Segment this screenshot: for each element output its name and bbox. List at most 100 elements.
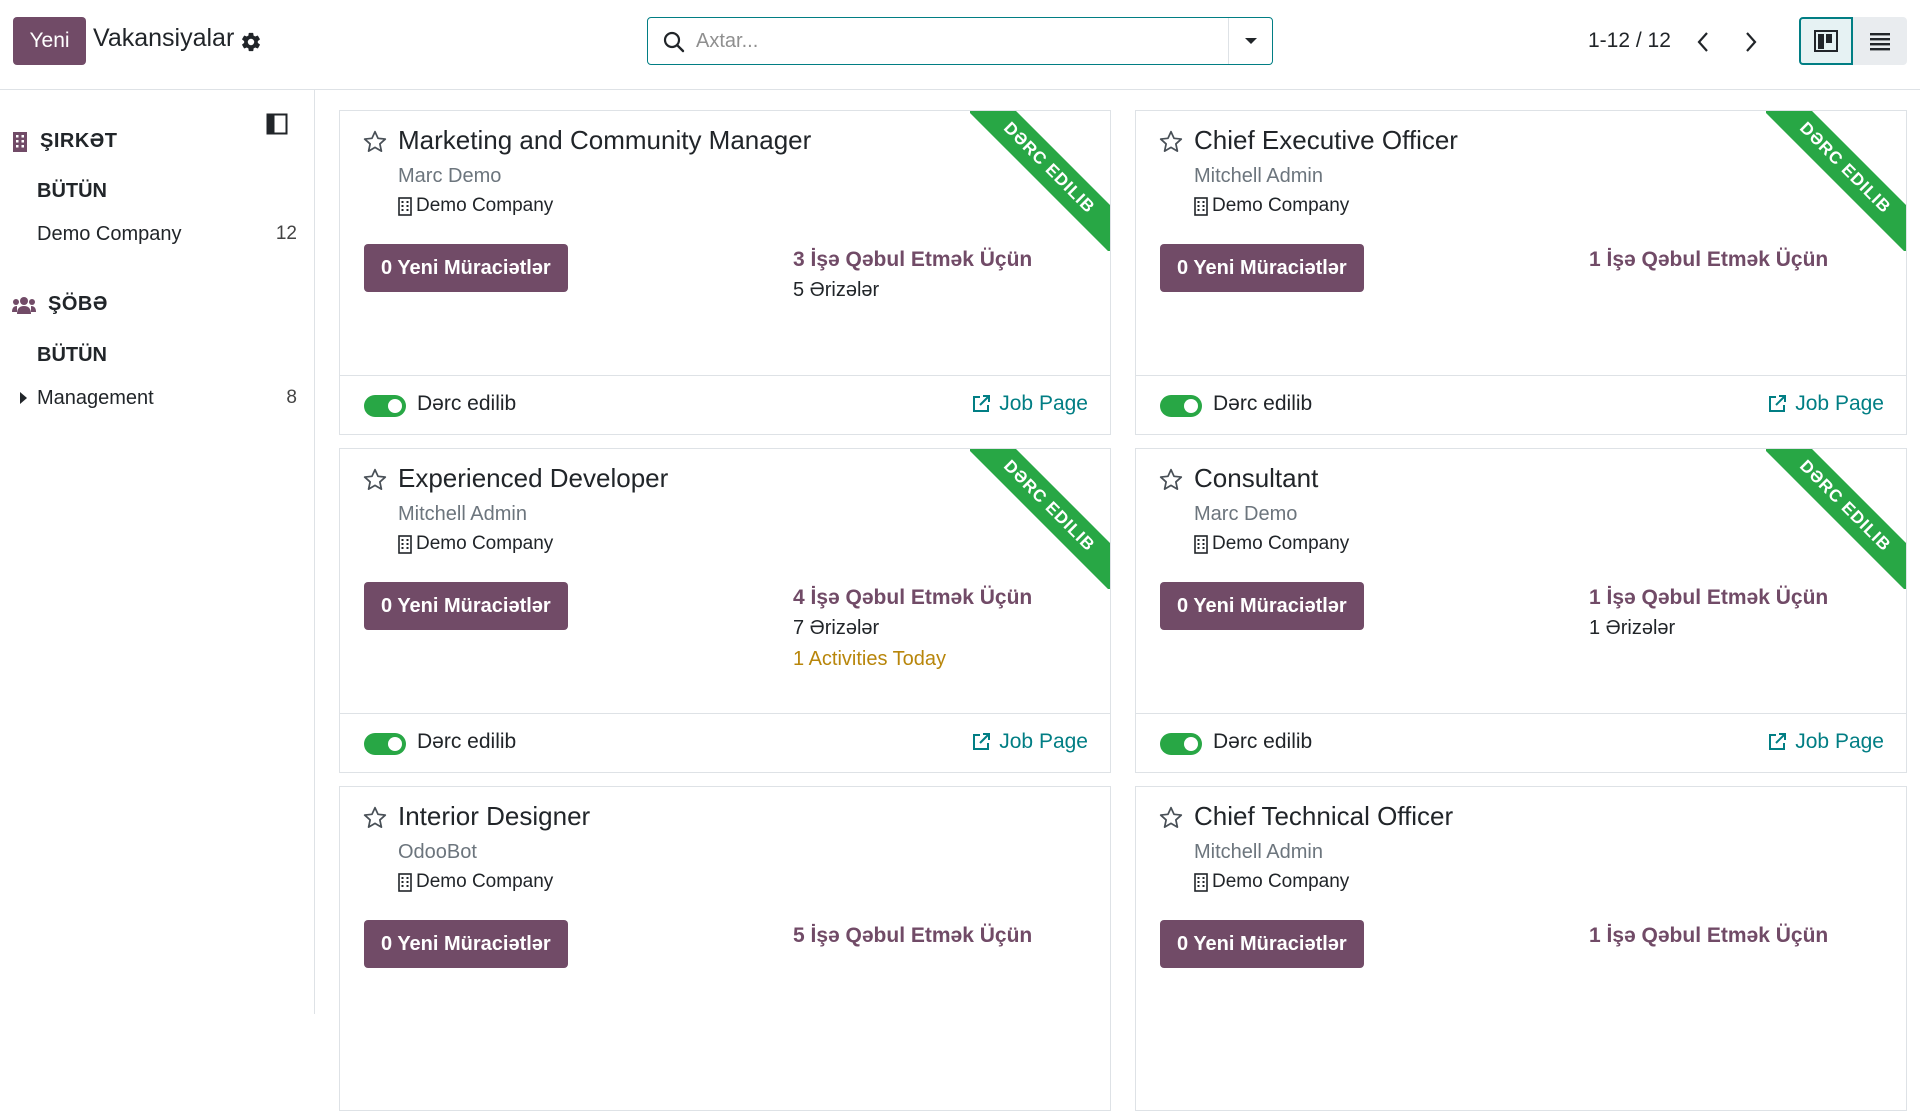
new-applications-button[interactable]: 0 Yeni Müraciətlər xyxy=(1160,244,1364,292)
job-company-label: Demo Company xyxy=(416,195,554,216)
department-filter-management[interactable]: Management 8 xyxy=(37,387,297,410)
job-company: Demo Company xyxy=(1194,871,1349,893)
search-panel: ŞIRKƏT BÜTÜN Demo Company 12 ŞÖBƏ BÜTÜN … xyxy=(0,90,315,1014)
star-icon[interactable] xyxy=(1158,467,1184,493)
new-applications-button[interactable]: 0 Yeni Müraciətlər xyxy=(364,244,568,292)
pager-next-button[interactable] xyxy=(1736,27,1766,57)
job-owner: Mitchell Admin xyxy=(398,503,527,525)
search-icon xyxy=(663,31,685,53)
company-filter-label: Demo Company xyxy=(37,223,182,245)
list-view-button[interactable] xyxy=(1853,17,1907,65)
job-page-label: Job Page xyxy=(999,392,1088,415)
applications-link[interactable]: 7 Ərizələr xyxy=(793,617,879,640)
to-recruit-link[interactable]: 4 İşə Qəbul Etmək Üçün xyxy=(793,586,1032,610)
job-owner: Marc Demo xyxy=(398,165,502,187)
star-icon[interactable] xyxy=(1158,129,1184,155)
applications-link[interactable]: 1 Ərizələr xyxy=(1589,617,1675,640)
company-section-heading: ŞIRKƏT xyxy=(12,130,118,153)
list-icon xyxy=(1870,33,1890,51)
job-title[interactable]: Interior Designer xyxy=(398,801,590,832)
gear-icon[interactable] xyxy=(240,31,262,53)
star-icon[interactable] xyxy=(1158,805,1184,831)
department-filter-all-label: BÜTÜN xyxy=(37,344,107,366)
published-toggle[interactable] xyxy=(364,395,406,417)
to-recruit-link[interactable]: 1 İşə Qəbul Etmək Üçün xyxy=(1589,248,1828,272)
card-footer: Dərc edilib Job Page xyxy=(1136,375,1906,434)
job-page-label: Job Page xyxy=(1795,392,1884,415)
job-owner: OdooBot xyxy=(398,841,477,863)
new-applications-button[interactable]: 0 Yeni Müraciətlər xyxy=(1160,920,1364,968)
external-link-icon xyxy=(973,395,991,412)
department-filter-all[interactable]: BÜTÜN xyxy=(37,344,297,367)
published-ribbon: DƏRC EDILIB xyxy=(1766,449,1906,589)
building-icon xyxy=(1194,196,1208,216)
published-toggle[interactable] xyxy=(364,733,406,755)
new-applications-button[interactable]: 0 Yeni Müraciətlər xyxy=(1160,582,1364,630)
job-page-link[interactable]: Job Page xyxy=(1767,392,1884,416)
published-label: Dərc edilib xyxy=(417,730,517,753)
external-link-icon xyxy=(1769,395,1787,412)
published-toggle[interactable] xyxy=(1160,395,1202,417)
caret-right-icon[interactable] xyxy=(20,392,27,404)
job-company-label: Demo Company xyxy=(416,533,554,554)
job-company: Demo Company xyxy=(1194,533,1349,555)
star-icon[interactable] xyxy=(362,805,388,831)
department-section-label: ŞÖBƏ xyxy=(48,293,108,315)
job-title[interactable]: Chief Executive Officer xyxy=(1194,125,1458,156)
star-icon[interactable] xyxy=(362,129,388,155)
star-icon[interactable] xyxy=(362,467,388,493)
kanban-icon xyxy=(1814,30,1838,52)
job-page-link[interactable]: Job Page xyxy=(971,392,1088,416)
company-filter-demo-company[interactable]: Demo Company 12 xyxy=(37,223,297,246)
pager-value[interactable]: 1-12 / 12 xyxy=(1588,29,1671,53)
job-title[interactable]: Consultant xyxy=(1194,463,1318,494)
new-applications-button[interactable]: 0 Yeni Müraciətlər xyxy=(364,920,568,968)
job-card[interactable]: Interior Designer OdooBot Demo Company 0 Ye… xyxy=(339,786,1111,1111)
published-label: Dərc edilib xyxy=(417,392,517,415)
search-input[interactable] xyxy=(696,26,1196,56)
job-page-link[interactable]: Job Page xyxy=(971,730,1088,754)
card-footer: Dərc edilib Job Page xyxy=(340,713,1110,772)
panel-collapse-icon[interactable] xyxy=(266,113,288,135)
job-title[interactable]: Marketing and Community Manager xyxy=(398,125,811,156)
department-section-heading: ŞÖBƏ xyxy=(12,293,108,316)
ribbon-container: DƏRC EDILIB xyxy=(970,111,1110,251)
activities-link[interactable]: 1 Activities Today xyxy=(793,648,946,671)
department-filter-count: 8 xyxy=(286,387,297,408)
to-recruit-link[interactable]: 3 İşə Qəbul Etmək Üçün xyxy=(793,248,1032,272)
job-owner: Marc Demo xyxy=(1194,503,1298,525)
ribbon-container: DƏRC EDILIB xyxy=(1766,449,1906,589)
page-title[interactable]: Vakansiyalar xyxy=(93,24,234,53)
company-filter-all[interactable]: BÜTÜN xyxy=(37,180,297,203)
job-title[interactable]: Chief Technical Officer xyxy=(1194,801,1453,832)
job-title[interactable]: Experienced Developer xyxy=(398,463,668,494)
job-card[interactable]: Chief Technical Officer Mitchell Admin Dem… xyxy=(1135,786,1907,1111)
job-card[interactable]: DƏRC EDILIB Experienced Developer Mitchell… xyxy=(339,448,1111,773)
applications-link[interactable]: 5 Ərizələr xyxy=(793,279,879,302)
job-page-link[interactable]: Job Page xyxy=(1767,730,1884,754)
company-filter-count: 12 xyxy=(275,223,297,244)
new-button[interactable]: Yeni xyxy=(13,17,86,65)
external-link-icon xyxy=(973,733,991,750)
published-label: Dərc edilib xyxy=(1213,730,1313,753)
external-link-icon xyxy=(1769,733,1787,750)
company-filter-all-label: BÜTÜN xyxy=(37,180,107,202)
to-recruit-link[interactable]: 1 İşə Qəbul Etmək Üçün xyxy=(1589,924,1828,948)
new-applications-button[interactable]: 0 Yeni Müraciətlər xyxy=(364,582,568,630)
search-options-toggle[interactable] xyxy=(1228,18,1272,64)
to-recruit-link[interactable]: 1 İşə Qəbul Etmək Üçün xyxy=(1589,586,1828,610)
job-card[interactable]: DƏRC EDILIB Chief Executive Officer Mitche… xyxy=(1135,110,1907,435)
to-recruit-link[interactable]: 5 İşə Qəbul Etmək Üçün xyxy=(793,924,1032,948)
pager-previous-button[interactable] xyxy=(1688,27,1718,57)
card-footer: Dərc edilib Job Page xyxy=(340,375,1110,434)
job-owner: Mitchell Admin xyxy=(1194,165,1323,187)
job-card[interactable]: DƏRC EDILIB Consultant Marc Demo Demo Compa… xyxy=(1135,448,1907,773)
kanban-view-button[interactable] xyxy=(1799,17,1853,65)
building-icon xyxy=(13,131,27,152)
published-toggle[interactable] xyxy=(1160,733,1202,755)
building-icon xyxy=(398,196,412,216)
building-icon xyxy=(1194,872,1208,892)
job-card[interactable]: DƏRC EDILIB Marketing and Community Manag… xyxy=(339,110,1111,435)
building-icon xyxy=(398,534,412,554)
building-icon xyxy=(398,872,412,892)
